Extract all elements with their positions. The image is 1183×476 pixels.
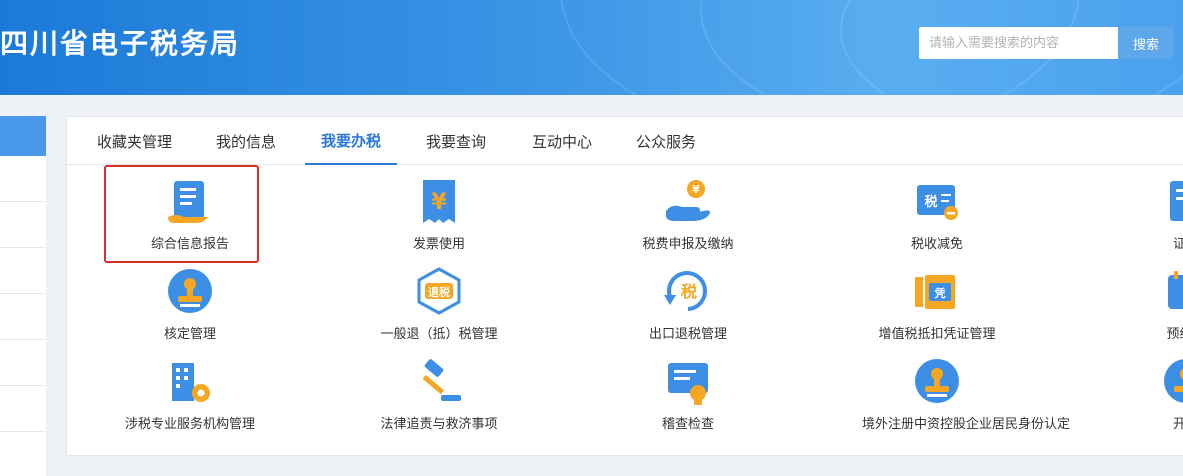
svg-text:¥: ¥ <box>431 190 447 215</box>
svg-text:税: 税 <box>681 282 697 301</box>
invoice-yen-icon: ¥ <box>423 180 455 223</box>
stamp-icon <box>168 269 212 313</box>
item-invoicing[interactable]: 开票 <box>1111 357 1183 432</box>
tax-refund-icon: 退税 <box>417 267 461 315</box>
item-label: 税费申报及缴纳 <box>642 237 734 252</box>
item-label: 综合信息报告 <box>150 237 229 252</box>
hand-coin-icon: ¥ <box>666 180 710 221</box>
svg-text:税: 税 <box>924 194 937 210</box>
item-label: 稽查检查 <box>661 417 714 432</box>
item-label: 开票 <box>1172 417 1183 432</box>
search-input[interactable] <box>919 27 1118 59</box>
tab-favorites[interactable]: 收藏夹管理 <box>81 117 188 165</box>
voucher-icon: 凭 <box>915 275 955 309</box>
sidebar-item[interactable] <box>0 156 46 202</box>
tab-interaction[interactable]: 互动中心 <box>516 117 608 165</box>
sidebar-item-active[interactable] <box>0 116 46 156</box>
stamp-icon <box>915 359 959 403</box>
item-agency-mgmt[interactable]: 涉税专业服务机构管理 <box>115 357 265 432</box>
item-label: 境外注册中资控股企业居民身份认定 <box>862 417 1071 432</box>
tab-handle-tax[interactable]: 我要办税 <box>305 117 398 165</box>
item-label: 一般退（抵）税管理 <box>380 327 498 342</box>
tab-bar: 收藏夹管理 我的信息 我要办税 我要查询 互动中心 公众服务 <box>67 117 1183 165</box>
item-comprehensive-report[interactable]: 综合信息报告 <box>115 177 265 252</box>
item-export-refund[interactable]: 税 出口退税管理 <box>613 267 763 342</box>
sidebar <box>0 116 46 476</box>
search-button[interactable]: 搜索 <box>1118 27 1174 59</box>
tab-my-info[interactable]: 我的信息 <box>200 117 292 165</box>
building-gear-icon <box>172 363 210 402</box>
item-general-refund[interactable]: 退税 一般退（抵）税管理 <box>364 267 514 342</box>
svg-text:退税: 退税 <box>428 285 450 299</box>
item-label: 预约定 <box>1166 327 1183 342</box>
item-verification-mgmt[interactable]: 核定管理 <box>115 267 265 342</box>
item-label: 涉税专业服务机构管理 <box>124 417 255 432</box>
site-title: 四川省电子税务局 <box>0 27 241 60</box>
item-label: 税收减免 <box>910 237 963 252</box>
item-invoice-use[interactable]: ¥ 发票使用 <box>364 177 514 252</box>
svg-text:¥: ¥ <box>692 183 700 196</box>
stamp-icon <box>1164 359 1183 403</box>
tab-query[interactable]: 我要查询 <box>410 117 502 165</box>
item-label: 出口退税管理 <box>648 327 727 342</box>
inspection-icon <box>668 363 708 405</box>
sidebar-item[interactable] <box>0 248 46 294</box>
export-refund-icon: 税 <box>664 271 707 311</box>
header-banner: 四川省电子税务局 搜索 <box>0 0 1183 95</box>
svg-text:凭: 凭 <box>934 286 946 300</box>
item-legal-remedy[interactable]: 法律追责与救济事项 <box>364 357 514 432</box>
calendar-icon <box>1168 271 1183 309</box>
item-audit-inspection[interactable]: 稽查检查 <box>613 357 763 432</box>
certificate-icon <box>1170 181 1183 221</box>
tax-reduction-icon: 税 <box>917 185 958 220</box>
item-reservation[interactable]: 预约定 <box>1111 267 1183 342</box>
item-label: 增值税抵扣凭证管理 <box>878 327 996 342</box>
item-certificate[interactable]: 证明 <box>1111 177 1183 252</box>
item-label: 证明 <box>1172 237 1183 252</box>
tab-public-service[interactable]: 公众服务 <box>620 117 712 165</box>
item-label: 法律追责与救济事项 <box>380 417 498 432</box>
item-label: 发票使用 <box>412 237 465 252</box>
item-label: 核定管理 <box>163 327 216 342</box>
item-tax-declaration[interactable]: ¥ 税费申报及缴纳 <box>613 177 763 252</box>
sidebar-item[interactable] <box>0 386 46 432</box>
gavel-icon <box>422 359 461 401</box>
sidebar-item[interactable] <box>0 202 46 248</box>
item-tax-reduction[interactable]: 税 税收减免 <box>862 177 1012 252</box>
sidebar-item[interactable] <box>0 294 46 340</box>
item-vat-voucher[interactable]: 凭 增值税抵扣凭证管理 <box>862 267 1012 342</box>
sidebar-item[interactable] <box>0 340 46 386</box>
document-scroll-icon <box>168 181 208 223</box>
item-resident-identity[interactable]: 境外注册中资控股企业居民身份认定 <box>862 357 1071 432</box>
